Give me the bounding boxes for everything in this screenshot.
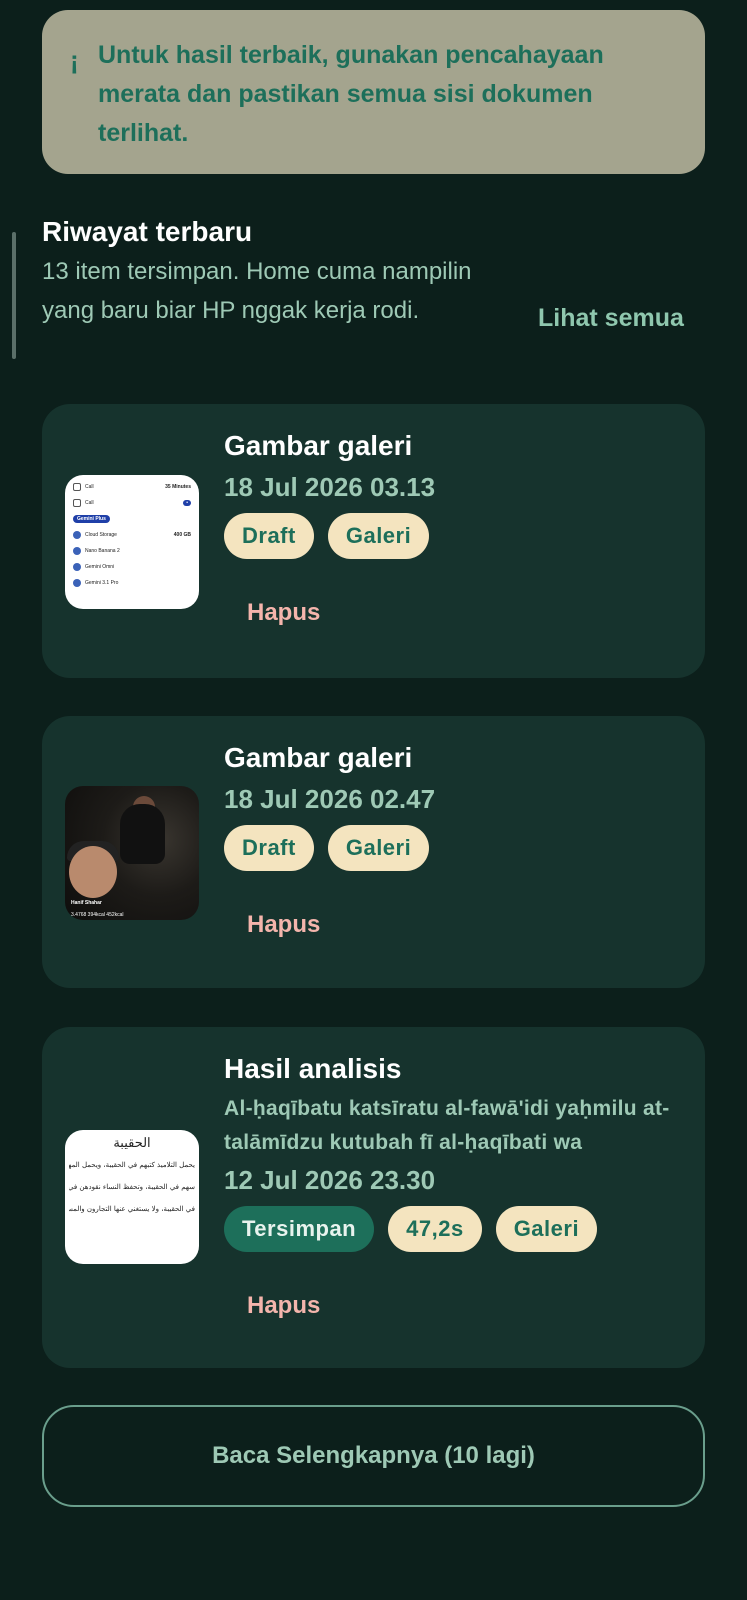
duration-chip: 47,2s [388,1206,482,1252]
source-chip: Galeri [495,1206,598,1252]
status-chip: Draft [224,513,314,559]
item-chips: Draft Galeri [224,513,684,559]
read-more-button[interactable]: Baca Selengkapnya (10 lagi) [42,1405,705,1507]
info-icon: ¡ [70,45,79,75]
tip-banner: ¡ Untuk hasil terbaik, gunakan pencahaya… [42,10,705,174]
status-chip: Draft [224,825,314,871]
item-chips: Tersimpan 47,2s Galeri [224,1206,684,1252]
scrollbar[interactable] [12,232,16,359]
history-item[interactable]: الحقيبة يحمل التلاميذ كتبهم في الحقيبة، … [42,1027,705,1368]
item-thumbnail[interactable]: Call 35 Minutes Call • Gemini Plus Cloud S… [65,475,199,609]
delete-button[interactable]: Hapus [247,1292,320,1320]
history-subtitle: 13 item tersimpan. Home cuma nampilin ya… [42,258,472,324]
see-all-link[interactable]: Lihat semua [538,304,684,333]
delete-button[interactable]: Hapus [247,599,320,627]
history-screen: ¡ Untuk hasil terbaik, gunakan pencahaya… [0,0,747,1600]
history-title: Riwayat terbaru [42,216,253,247]
item-date: 18 Jul 2026 03.13 [224,472,436,502]
item-body: Gambar galeri 18 Jul 2026 02.47 Draft Ga… [224,740,684,939]
item-thumbnail[interactable]: Hanif Shahar 3.4768 394kcal 452kcal [65,786,199,920]
item-body: Hasil analisis Al-ḥaqībatu katsīratu al-… [224,1051,684,1320]
item-chips: Draft Galeri [224,825,684,871]
item-thumbnail[interactable]: الحقيبة يحمل التلاميذ كتبهم في الحقيبة، … [65,1130,199,1264]
item-date: 18 Jul 2026 02.47 [224,784,436,814]
source-chip: Galeri [327,825,430,871]
history-item[interactable]: Call 35 Minutes Call • Gemini Plus Cloud S… [42,404,705,678]
item-date: 12 Jul 2026 23.30 [224,1165,436,1195]
item-title: Hasil analisis [224,1053,402,1084]
item-body: Gambar galeri 18 Jul 2026 03.13 Draft Ga… [224,428,684,627]
status-chip: Tersimpan [224,1206,375,1252]
history-item[interactable]: Hanif Shahar 3.4768 394kcal 452kcal Gamb… [42,716,705,988]
item-title: Gambar galeri [224,430,413,461]
item-preview: Al-ḥaqībatu katsīratu al-fawā'idi yaḥmil… [224,1097,670,1154]
tip-text: Untuk hasil terbaik, gunakan pencahayaan… [98,41,604,147]
item-title: Gambar galeri [224,742,413,773]
delete-button[interactable]: Hapus [247,911,320,939]
source-chip: Galeri [327,513,430,559]
